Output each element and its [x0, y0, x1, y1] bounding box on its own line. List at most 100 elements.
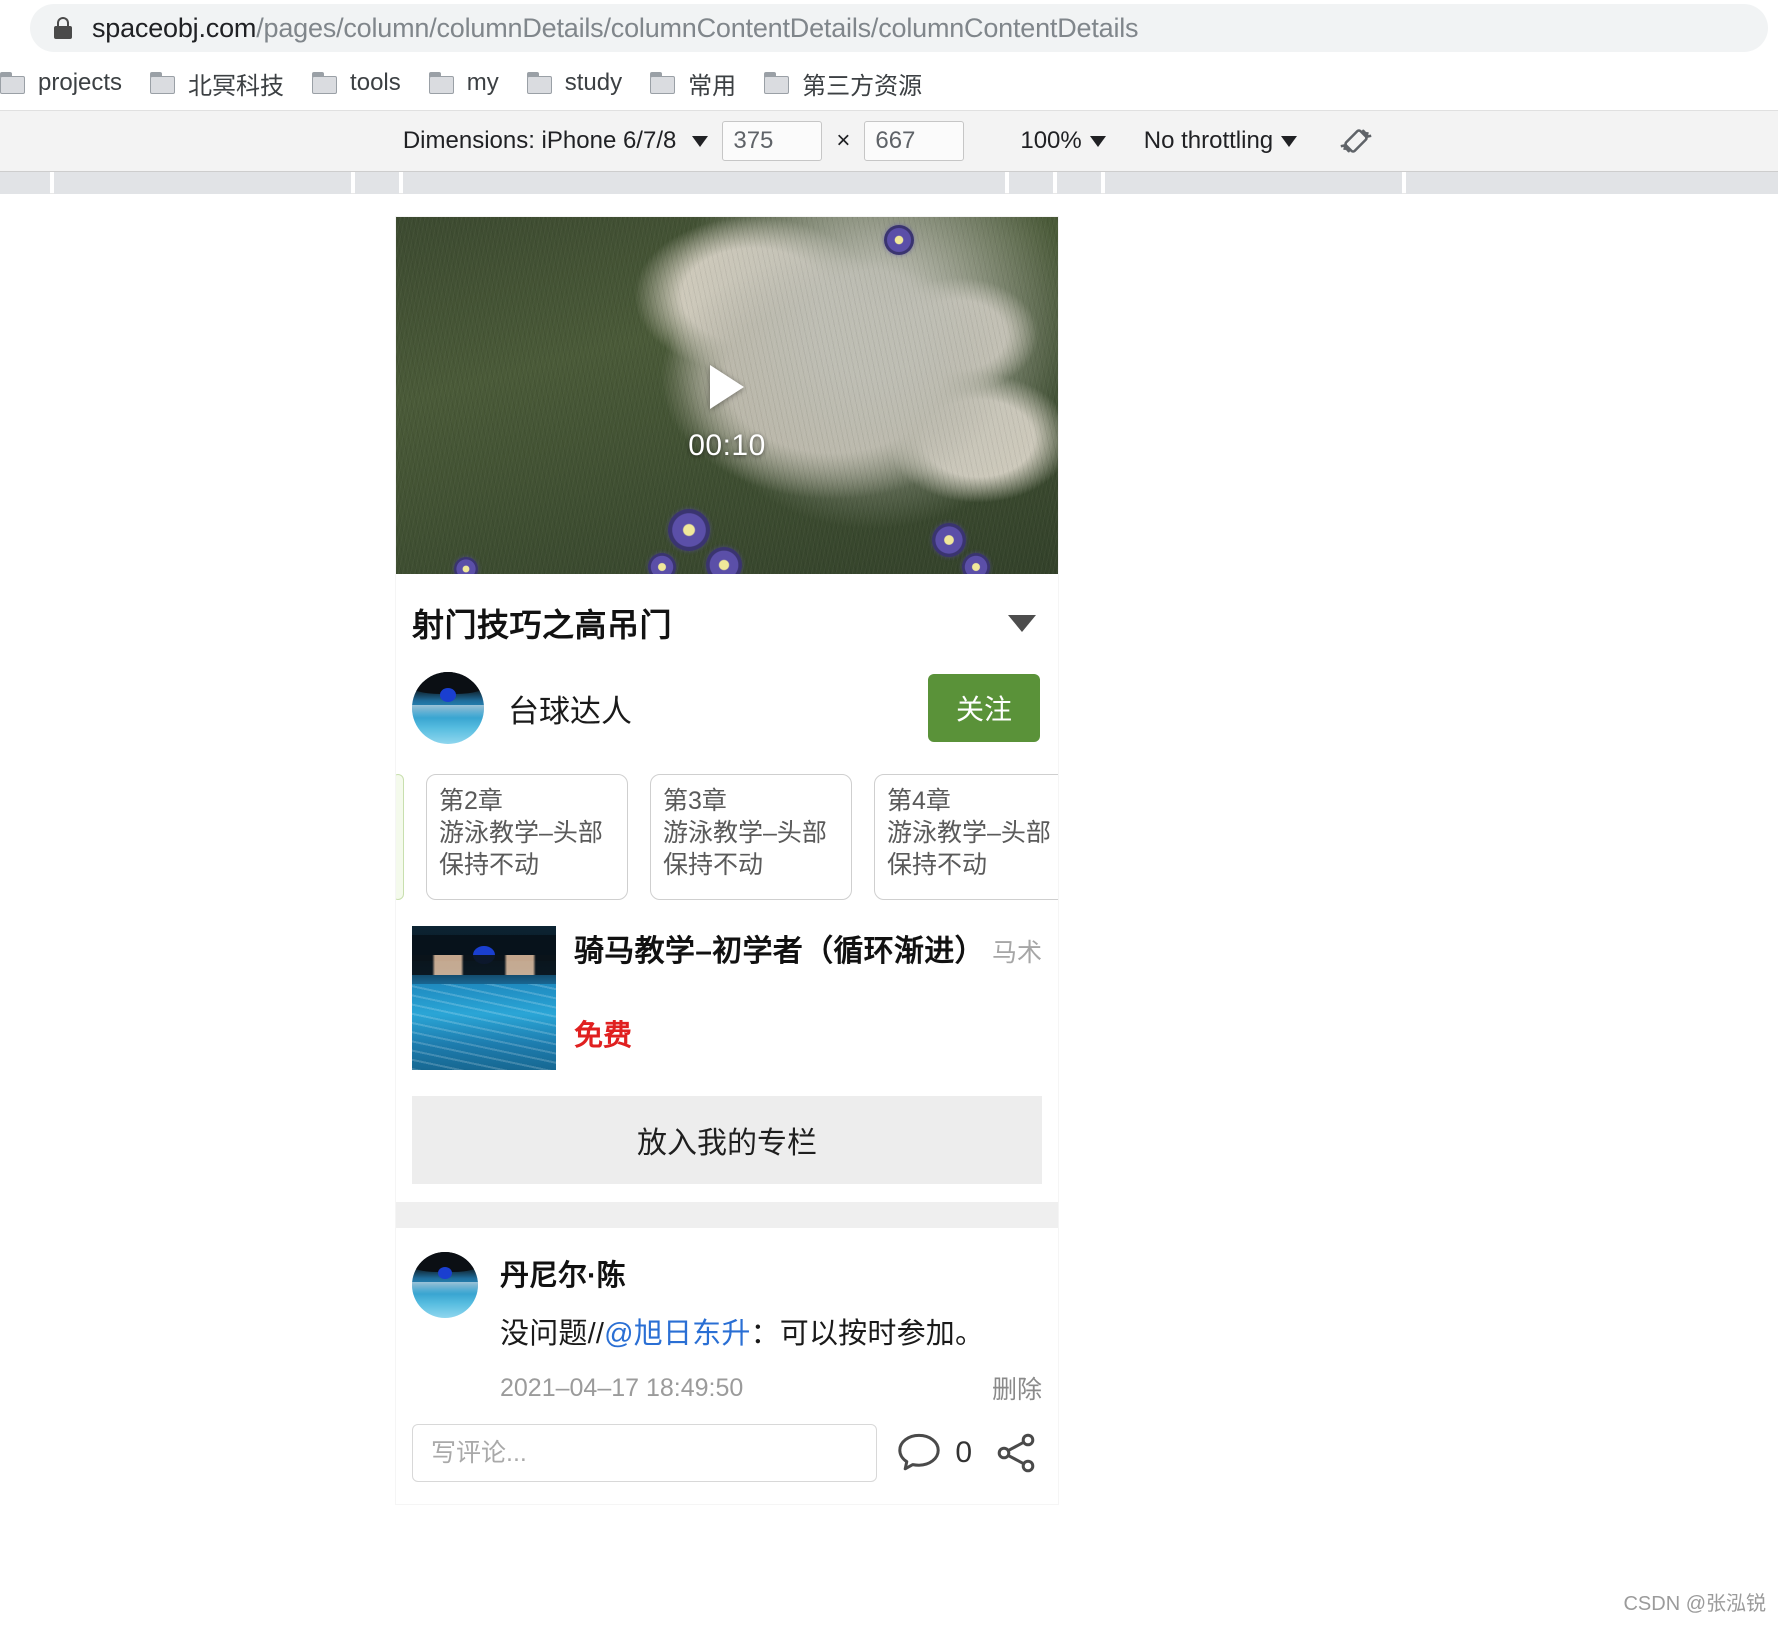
bookmark-changyong[interactable]: 常用 [636, 62, 750, 104]
chapter-card[interactable]: 第2章 游泳教学–头部保持不动 [426, 774, 628, 900]
chevron-down-icon [692, 135, 709, 147]
viewport-height-input[interactable] [864, 121, 965, 161]
bookmarks-bar: projects 北冥科技 tools my study 常用 第三方资源 [0, 56, 1778, 110]
chapter-number: 第2章 [439, 787, 503, 815]
address-bar-url: spaceobj.com/pages/column/columnDetails/… [92, 12, 1139, 44]
bookmark-label: 第三方资源 [802, 72, 923, 100]
comment-count: 0 [955, 1436, 972, 1469]
bookmark-my[interactable]: my [415, 62, 513, 104]
bookmark-beiming[interactable]: 北冥科技 [136, 62, 298, 104]
url-path: /pages/column/columnDetails/columnConten… [256, 12, 1139, 43]
comment-timestamp: 2021–04–17 18:49:50 [500, 1373, 744, 1402]
video-player[interactable]: 00:10 [396, 217, 1058, 574]
page-title: 射门技巧之高吊门 [412, 607, 673, 643]
folder-icon [312, 72, 338, 94]
device-preset-label: Dimensions: iPhone 6/7/8 [402, 127, 677, 154]
viewport-ruler [0, 172, 1778, 194]
flower-graphic [454, 557, 478, 574]
chevron-down-icon [1281, 135, 1298, 147]
chevron-down-icon [1089, 135, 1106, 147]
flower-graphic [884, 225, 914, 255]
section-divider [396, 1202, 1058, 1228]
folder-icon [526, 72, 553, 94]
comment-mention[interactable]: @旭日东升 [604, 1318, 750, 1350]
folder-icon [650, 72, 676, 94]
url-host: spaceobj.com [92, 12, 257, 43]
folder-icon [764, 72, 790, 94]
comment-meta: 2021–04–17 18:49:50 删除 [500, 1370, 1042, 1406]
chapter-card[interactable]: 第4章 游泳教学–头部保持不动 [874, 774, 1058, 900]
device-toolbar: Dimensions: iPhone 6/7/8 × 100% No throt… [0, 110, 1778, 172]
dimension-separator: × [836, 127, 851, 154]
throttling-label: No throttling [1143, 127, 1274, 154]
video-duration: 00:10 [688, 429, 766, 462]
add-to-my-column-button[interactable]: 放入我的专栏 [412, 1096, 1042, 1184]
share-icon[interactable] [990, 1429, 1042, 1477]
course-item[interactable]: 骑马教学–初学者（循环渐进） 马术 免费 [396, 914, 1058, 1086]
play-icon[interactable] [710, 365, 744, 409]
chapter-list[interactable]: 第2章 游泳教学–头部保持不动 第3章 游泳教学–头部保持不动 第4章 游泳教学… [396, 766, 1058, 914]
bookmark-label: 常用 [688, 72, 737, 100]
course-info: 骑马教学–初学者（循环渐进） 马术 免费 [574, 926, 1042, 1070]
folder-icon [428, 72, 455, 94]
viewport-width-input[interactable] [722, 121, 823, 161]
course-tag: 马术 [991, 939, 1042, 967]
bookmark-label: study [564, 69, 623, 96]
chevron-down-icon[interactable] [1008, 614, 1036, 632]
bookmark-label: my [466, 69, 499, 96]
add-column-wrap: 放入我的专栏 [396, 1086, 1058, 1202]
chapter-title: 游泳教学–头部保持不动 [887, 819, 1051, 879]
bookmark-study[interactable]: study [513, 62, 636, 104]
bookmark-thirdparty[interactable]: 第三方资源 [750, 62, 936, 104]
throttling-selector[interactable]: No throttling [1143, 127, 1298, 155]
butterfly-graphic [408, 384, 628, 570]
chapter-card-partial[interactable] [396, 774, 404, 900]
comment-input[interactable] [412, 1424, 878, 1482]
zoom-selector[interactable]: 100% [1020, 127, 1106, 155]
avatar[interactable] [412, 672, 484, 744]
flower-graphic [648, 553, 676, 574]
device-viewport: 00:10 射门技巧之高吊门 台球达人 关注 第2章 游泳教学–头部保持不动 第… [0, 194, 1778, 1626]
chapter-number: 第3章 [663, 787, 727, 815]
comment-author: 丹尼尔·陈 [500, 1260, 626, 1292]
zoom-label: 100% [1020, 127, 1082, 154]
chapter-card[interactable]: 第3章 游泳教学–头部保持不动 [650, 774, 852, 900]
delete-comment-button[interactable]: 删除 [992, 1370, 1042, 1406]
folder-icon [150, 72, 176, 94]
device-preset-selector[interactable]: Dimensions: iPhone 6/7/8 [403, 127, 709, 155]
omnibox-row: spaceobj.com/pages/column/columnDetails/… [0, 0, 1778, 56]
bookmark-label: 北冥科技 [188, 72, 285, 100]
lock-icon [52, 15, 74, 41]
chapter-number: 第4章 [887, 787, 951, 815]
comment-count-group[interactable]: 0 [895, 1431, 972, 1475]
bookmark-projects[interactable]: projects [0, 62, 136, 104]
browser-chrome: spaceobj.com/pages/column/columnDetails/… [0, 0, 1778, 110]
bookmark-label: projects [38, 69, 123, 96]
course-title: 骑马教学–初学者（循环渐进） [574, 935, 985, 968]
folder-icon [0, 72, 26, 94]
bookmark-label: tools [350, 69, 401, 96]
flower-graphic [668, 509, 710, 551]
avatar[interactable] [412, 1252, 478, 1318]
author-row: 台球达人 关注 [396, 664, 1058, 766]
flower-graphic [962, 553, 990, 574]
comment-text-prefix: 没问题// [500, 1318, 605, 1350]
course-price: 免费 [574, 1020, 633, 1052]
course-thumbnail [412, 926, 556, 1070]
comment-body: 丹尼尔·陈 没问题//@旭日东升：可以按时参加。 2021–04–17 18:4… [500, 1252, 1042, 1406]
watermark: CSDN @张泓锐 [1623, 1593, 1766, 1615]
follow-button[interactable]: 关注 [927, 674, 1040, 742]
bookmark-tools[interactable]: tools [298, 62, 415, 104]
author-name: 台球达人 [508, 693, 632, 729]
content-title-row: 射门技巧之高吊门 [396, 574, 1058, 664]
mobile-page: 00:10 射门技巧之高吊门 台球达人 关注 第2章 游泳教学–头部保持不动 第… [396, 217, 1058, 1504]
comment-footer-bar: 0 [396, 1416, 1058, 1504]
chapter-title: 游泳教学–头部保持不动 [439, 819, 603, 879]
comment-item: 丹尼尔·陈 没问题//@旭日东升：可以按时参加。 2021–04–17 18:4… [396, 1228, 1058, 1416]
comment-text: 没问题//@旭日东升：可以按时参加。 [500, 1310, 1042, 1352]
flower-graphic [932, 523, 966, 557]
address-bar[interactable]: spaceobj.com/pages/column/columnDetails/… [30, 4, 1768, 52]
rotate-device-icon[interactable] [1337, 122, 1375, 160]
comment-bubble-icon[interactable] [895, 1431, 943, 1475]
comment-text-suffix: ：可以按时参加。 [750, 1318, 985, 1350]
